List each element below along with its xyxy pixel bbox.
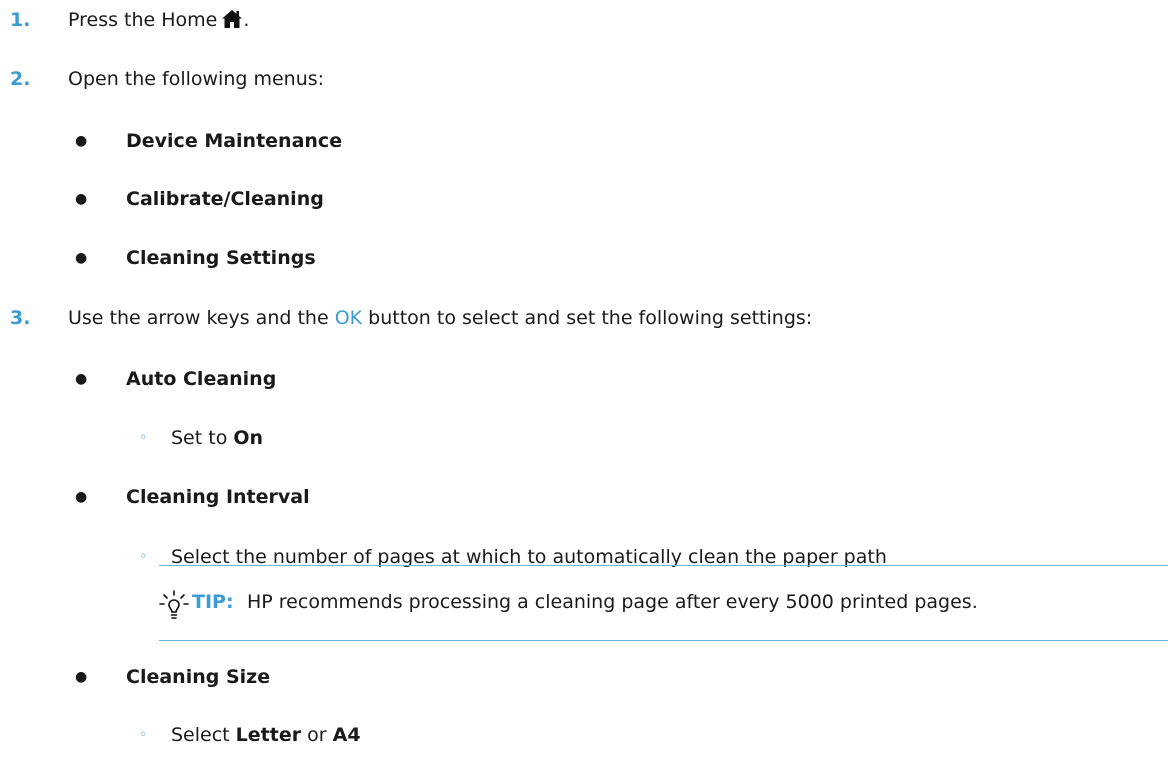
step-text: Press the Home. xyxy=(68,7,249,36)
setting-name: Auto Cleaning xyxy=(126,368,277,390)
step-text: Open the following menus: xyxy=(68,68,325,90)
setting-name: Cleaning Interval xyxy=(126,486,310,508)
menu-label: Cleaning Settings xyxy=(126,247,316,269)
setting-detail-text: Select Letter or A4 xyxy=(171,724,361,746)
setting-name: Cleaning Size xyxy=(126,666,271,688)
step-text: Use the arrow keys and the OK button to … xyxy=(68,307,813,329)
sub-bullet-icon: ◦ xyxy=(139,549,148,565)
menu-label: Device Maintenance xyxy=(126,130,343,152)
tip-box: TIP: HP recommends processing a cleaning… xyxy=(159,565,1168,641)
setting-detail-text: Set to On xyxy=(171,427,264,449)
tip-text: HP recommends processing a cleaning page… xyxy=(247,591,978,613)
ok-button-label: OK xyxy=(334,307,363,329)
bullet-icon: ● xyxy=(75,191,88,207)
document-page: 1. Press the Home. 2. Open the following… xyxy=(0,0,1168,761)
bullet-icon: ● xyxy=(75,250,88,266)
tip-label: TIP: xyxy=(192,591,234,613)
step-number: 3. xyxy=(10,307,31,329)
bullet-icon: ● xyxy=(75,371,88,387)
step-number: 2. xyxy=(10,68,31,90)
bullet-icon: ● xyxy=(75,133,88,149)
sub-bullet-icon: ◦ xyxy=(139,727,148,743)
home-icon xyxy=(221,9,243,36)
bullet-icon: ● xyxy=(75,669,88,685)
sub-bullet-icon: ◦ xyxy=(139,430,148,446)
menu-label: Calibrate/Cleaning xyxy=(126,188,324,210)
step-number: 1. xyxy=(10,9,31,31)
lightbulb-icon xyxy=(159,590,189,624)
bullet-icon: ● xyxy=(75,489,88,505)
